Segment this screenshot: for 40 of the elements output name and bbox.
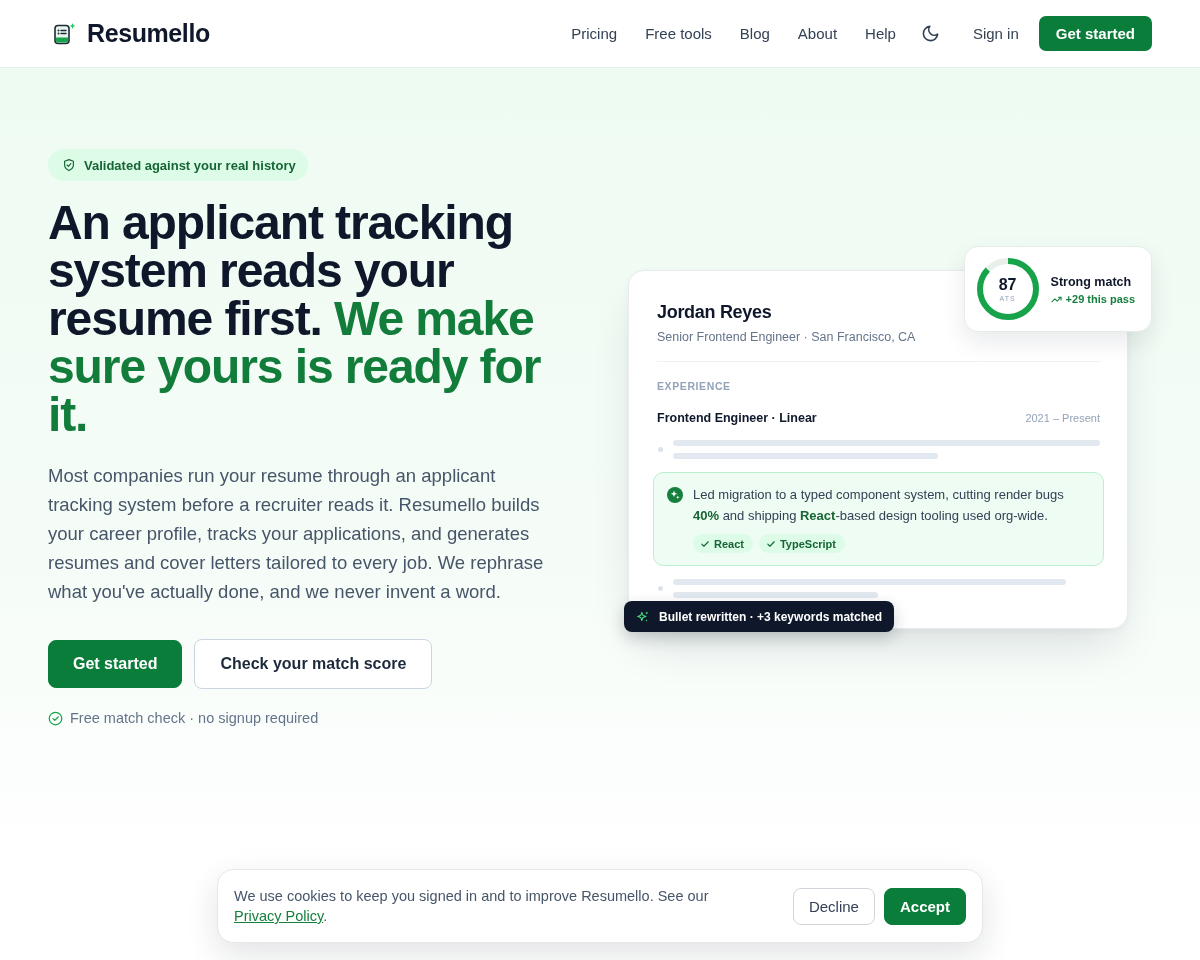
cookie-text: We use cookies to keep you signed in and to improve Resumello. See our Privacy Policy. [234, 887, 710, 926]
check-icon [766, 539, 775, 548]
hero-description: Most companies run your resume through an applicant tracking system before a recruiter reads it. Resumello builds your career profile, tracks your applications, and generates resumes and cover letters tailored to every job. We rephrase what you've actually done, and we never invent a word. [48, 464, 545, 604]
tag-label: React [714, 537, 744, 550]
section-label: EXPERIENCE [657, 379, 732, 393]
bullet-dot-icon [658, 586, 663, 591]
get-started-button[interactable]: Get started [48, 640, 183, 688]
match-title: Strong match [1050, 274, 1133, 291]
job-title: Frontend Engineer · Linear [657, 410, 817, 427]
match-score-button[interactable]: Check your match score [194, 639, 433, 689]
decline-button[interactable]: Decline [792, 887, 875, 925]
score-delta: +29 this pass [1065, 293, 1135, 305]
badge-text: Validated against your real history [84, 157, 296, 173]
note-text: Free match check · no signup required [70, 709, 319, 728]
nav-link[interactable]: Blog [739, 25, 770, 42]
nav-link[interactable]: About [797, 25, 838, 42]
sparkle-icon [667, 487, 683, 503]
tag-label: TypeScript [779, 537, 836, 550]
accept-button[interactable]: Accept [883, 887, 966, 925]
bullet-dot-icon [658, 447, 663, 452]
nav-link[interactable]: Help [865, 25, 896, 42]
hero-headline: An applicant tracking system reads your resume first. We make sure yours is ready for it. [48, 199, 542, 439]
sparkle-icon [636, 609, 650, 624]
score-ring [975, 257, 1040, 321]
document-icon [52, 21, 76, 46]
bullet-text: Led migration to a typed component system, cutting render bugs 40% and shipping React-based design tooling used org-wide. [693, 486, 1065, 525]
job-dates: 2021 – Present [1025, 412, 1100, 424]
nav-link[interactable]: Pricing [571, 25, 618, 42]
nav-link[interactable]: Free tools [645, 25, 712, 42]
candidate-name: Jordan Reyes [657, 301, 773, 324]
sign-in-link[interactable]: Sign in [972, 25, 1019, 42]
get-started-button[interactable]: Get started [1038, 16, 1152, 51]
moon-icon[interactable] [920, 24, 940, 43]
shield-check-icon [62, 158, 76, 172]
candidate-subtitle: Senior Frontend Engineer · San Francisco, CA [657, 329, 917, 346]
check-circle-icon [48, 710, 63, 726]
check-icon [701, 539, 709, 548]
score-value: 87 [998, 275, 1017, 294]
logo-link[interactable]: Resumello [52, 19, 210, 48]
toast-text: Bullet rewritten · +3 keywords matched [659, 609, 883, 624]
